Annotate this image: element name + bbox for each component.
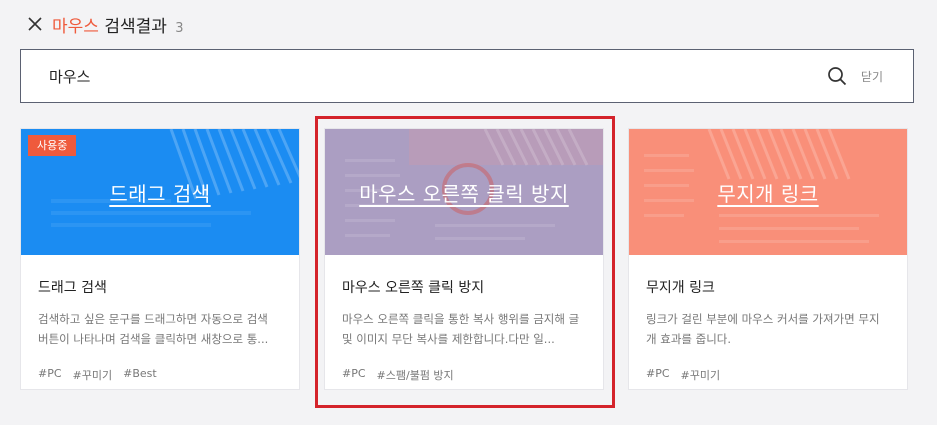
title-suffix: 검색결과 [104,16,167,37]
card-thumbnail: 마우스 오른쪽 클릭 방지 [325,129,603,255]
tag[interactable]: #꾸미기 [73,367,113,383]
card-thumbnail: 무지개 링크 [629,129,907,255]
search-bar: 닫기 [20,49,914,103]
card-description: 마우스 오른쪽 클릭을 통한 복사 행위를 금지해 글 및 이미지 무단 복사를… [342,312,580,346]
thumbnail-title[interactable]: 드래그 검색 [109,178,210,207]
results-header: 마우스 검색결과 3 [26,12,184,37]
thumbnail-title[interactable]: 마우스 오른쪽 클릭 방지 [359,178,569,207]
tag[interactable]: #스팸/불펌 방지 [377,367,454,383]
tag[interactable]: #Best [123,367,157,383]
plugin-card[interactable]: 사용중 드래그 검색 드래그 검색 검색하고 싶은 문구를 드래그하면 자동으로… [20,128,300,390]
close-icon[interactable] [26,15,44,33]
tag-list: #PC #스팸/불펌 방지 [342,367,586,383]
close-button[interactable]: 닫기 [861,68,883,85]
search-icon[interactable] [827,66,847,86]
in-use-badge: 사용중 [28,135,77,157]
result-count: 3 [175,20,184,36]
thumbnail-title[interactable]: 무지개 링크 [717,178,818,207]
card-title: 마우스 오른쪽 클릭 방지 [342,280,485,296]
tag[interactable]: #PC [646,367,670,383]
card-description: 링크가 걸린 부분에 마우스 커서를 가져가면 무지개 효과를 줍니다. [646,312,880,346]
card-description: 검색하고 싶은 문구를 드래그하면 자동으로 검색 버튼이 나타나며 검색을 클… [38,312,269,346]
card-title: 드래그 검색 [38,280,107,296]
tag[interactable]: #PC [342,367,366,383]
plugin-card[interactable]: 무지개 링크 무지개 링크 링크가 걸린 부분에 마우스 커서를 가져가면 무지… [628,128,908,390]
card-title: 무지개 링크 [646,280,715,296]
tag[interactable]: #꾸미기 [681,367,721,383]
search-keyword: 마우스 [52,16,99,37]
card-thumbnail: 사용중 드래그 검색 [21,129,299,255]
tag-list: #PC #꾸미기 [646,367,890,383]
plugin-card[interactable]: 마우스 오른쪽 클릭 방지 마우스 오른쪽 클릭 방지 마우스 오른쪽 클릭을 … [324,128,604,390]
search-input[interactable] [21,50,827,102]
tag-list: #PC #꾸미기 #Best [38,367,282,383]
tag[interactable]: #PC [38,367,62,383]
page-title: 마우스 검색결과 3 [52,12,184,37]
